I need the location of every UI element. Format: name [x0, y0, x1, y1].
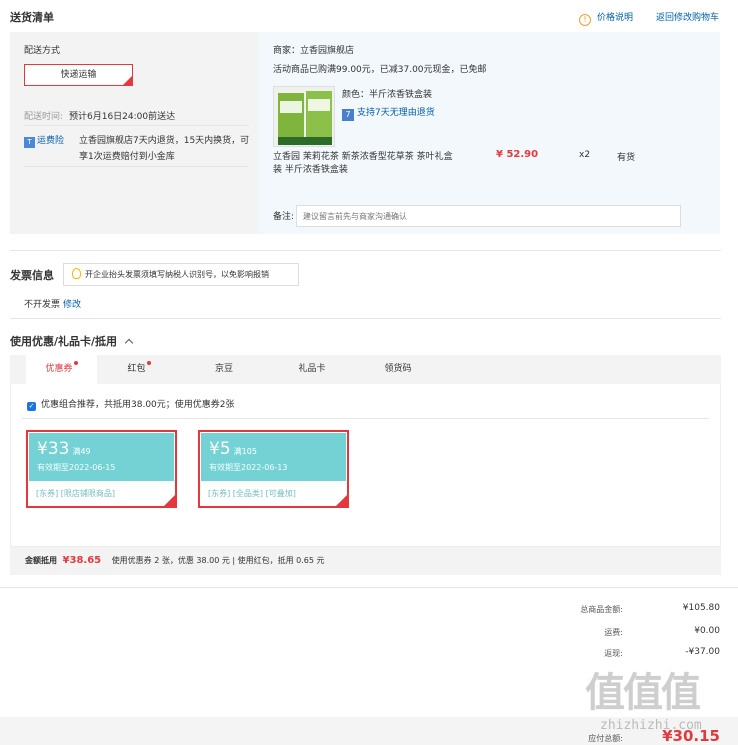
checkbox-checked-icon[interactable]: ✓: [27, 402, 36, 411]
invoice-tip: 开企业抬头发票须填写纳税人识别号，以免影响报销: [63, 263, 299, 286]
invoice-value: 不开发票: [24, 300, 61, 310]
product-qty: x2: [579, 150, 591, 160]
divider: [10, 250, 721, 251]
return-policy-text: 支持7天无理由退货: [357, 108, 435, 118]
coupon-section-title[interactable]: 使用优惠/礼品卡/抵用: [10, 333, 134, 349]
section-title-shipping: 送货清单: [10, 11, 54, 24]
invoice-title: 发票信息: [10, 269, 54, 282]
new-dot-icon: [146, 361, 151, 365]
product-color: 颜色：半斤浓香铁盒装: [342, 90, 433, 100]
freight-value: ¥0.00: [694, 626, 720, 636]
divider: [0, 587, 738, 588]
product-stock: 有货: [617, 153, 636, 163]
freight-insurance-link[interactable]: 运费险: [37, 136, 64, 146]
merchant-name: 商家：立香园旗舰店: [273, 46, 355, 56]
shipping-method-label: 配送方式: [24, 46, 61, 56]
lightbulb-icon: [72, 268, 81, 279]
coupon-amount: ¥33: [37, 439, 70, 459]
remark-input[interactable]: [296, 205, 681, 227]
discount-summary: 金额抵用 ¥38.65 使用优惠券 2 张，优惠 38.00 元 | 使用红包，…: [10, 547, 721, 575]
goods-total-value: ¥105.80: [682, 603, 720, 613]
coupon-card-head: ¥33 满49 有效期至2022-06-15: [29, 433, 174, 481]
tab-label: 礼品卡: [298, 364, 326, 374]
price-info[interactable]: ! 价格说明: [579, 10, 633, 26]
coupon-expiry: 有效期至2022-06-15: [37, 463, 116, 472]
tab-label: 领货码: [384, 364, 412, 374]
coupon-tags: [东券] [全品类] [可叠加]: [208, 489, 296, 498]
shipping-method-button[interactable]: 快递运输: [24, 64, 133, 86]
new-dot-icon: [73, 361, 78, 365]
product-name-line2[interactable]: 装 半斤浓香铁盒装: [273, 162, 348, 175]
return-icon: 7: [342, 109, 354, 121]
invoice-edit-link[interactable]: 修改: [63, 297, 81, 310]
tab-pickup-code[interactable]: 领货码: [368, 355, 428, 384]
freight-desc-line1: 立香园旗舰店7天内退货，15天内换货，可: [79, 136, 250, 146]
coupon-expiry: 有效期至2022-06-13: [209, 463, 288, 472]
tab-label: 优惠券: [45, 364, 73, 374]
divider: [22, 418, 709, 419]
tab-red-packet[interactable]: 红包: [109, 355, 169, 384]
freight-label: 运费:: [604, 628, 623, 637]
watermark-site: zhizhizhi.com: [600, 718, 702, 733]
coupon-amount: ¥5: [209, 439, 231, 459]
remark-label: 备注:: [273, 212, 295, 222]
info-icon: !: [579, 14, 591, 26]
divider: [10, 318, 721, 319]
chevron-up-icon: [124, 338, 134, 348]
shipping-method-value: 快递运输: [60, 70, 97, 80]
coupon-card[interactable]: ¥5 满105 有效期至2022-06-13 [东券] [全品类] [可叠加]: [198, 430, 349, 508]
selected-corner-icon: [164, 495, 175, 506]
coupon-card[interactable]: ¥33 满49 有效期至2022-06-15 [东券] [限店铺限商品]: [26, 430, 177, 508]
product-name-line1[interactable]: 立香园 茉莉花茶 新茶浓香型花草茶 茶叶礼盒: [273, 149, 453, 162]
freight-desc-line2: 享1次运费赔付到小金库: [79, 152, 175, 162]
tab-coupon[interactable]: 优惠券: [26, 355, 97, 384]
discount-detail: 使用优惠券 2 张，优惠 38.00 元 | 使用红包，抵用 0.65 元: [111, 556, 325, 565]
coupon-condition: 满49: [72, 447, 91, 456]
delivery-time-value: 预计6月16日24:00前送达: [69, 112, 176, 122]
coupon-recommend-text: 优惠组合推荐，共抵用38.00元；使用优惠券2张: [41, 400, 235, 410]
rebate-label: 返现:: [604, 649, 623, 658]
promo-text: 活动商品已购满99.00元，已减37.00元现金，已免邮: [273, 65, 487, 75]
delivery-time-label: 配送时间:: [24, 112, 64, 122]
tab-gift-card[interactable]: 礼品卡: [282, 355, 342, 384]
discount-amount: ¥38.65: [62, 555, 102, 566]
tab-label: 京豆: [214, 364, 233, 374]
price-info-link[interactable]: 价格说明: [597, 13, 633, 23]
truck-icon: T: [24, 137, 35, 148]
selected-corner-icon: [123, 76, 132, 85]
divider: [24, 125, 249, 126]
invoice-tip-text: 开企业抬头发票须填写纳税人识别号，以免影响报销: [85, 270, 269, 279]
divider: [24, 166, 249, 167]
coupon-condition: 满105: [233, 447, 257, 456]
product-image[interactable]: [273, 86, 335, 147]
discount-label: 金额抵用: [25, 556, 57, 565]
rebate-value: -¥37.00: [685, 647, 720, 657]
selected-corner-icon: [336, 495, 347, 506]
coupon-section-title-text: 使用优惠/礼品卡/抵用: [10, 335, 118, 348]
return-policy: 7 支持7天无理由退货: [342, 105, 435, 121]
back-to-cart-link[interactable]: 返回修改购物车: [656, 10, 719, 23]
product-price: ¥ 52.90: [496, 149, 539, 160]
coupon-tabs: 优惠券 红包 京豆 礼品卡 领货码: [10, 355, 721, 384]
tab-jd-beans[interactable]: 京豆: [194, 355, 254, 384]
goods-total-label: 总商品金额:: [580, 605, 623, 614]
coupon-recommend[interactable]: ✓ 优惠组合推荐，共抵用38.00元；使用优惠券2张: [27, 397, 235, 411]
freight-insurance[interactable]: T 运费险: [24, 133, 64, 148]
tab-label: 红包: [127, 364, 146, 374]
coupon-card-head: ¥5 满105 有效期至2022-06-13: [201, 433, 346, 481]
coupon-tags: [东券] [限店铺限商品]: [36, 489, 116, 498]
